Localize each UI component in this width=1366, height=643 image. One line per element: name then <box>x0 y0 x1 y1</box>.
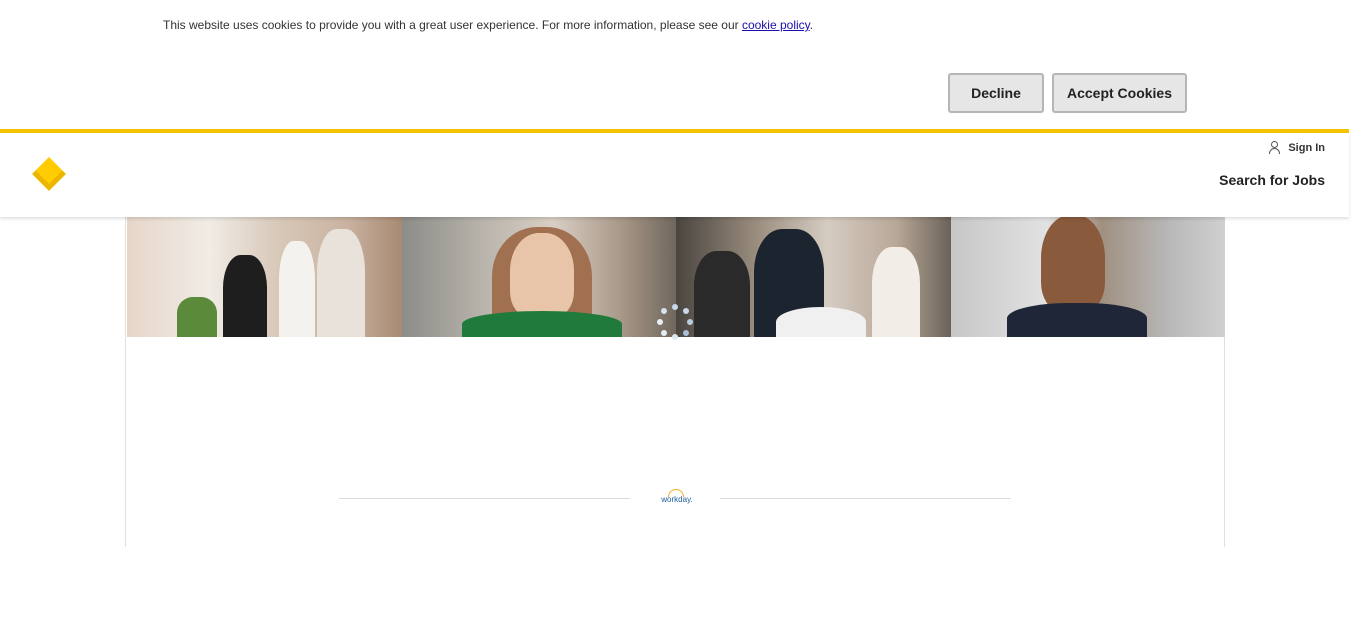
hero-photo-meeting-group <box>676 217 951 337</box>
hero-photo-smiling-woman <box>401 217 676 337</box>
hero-photo-smiling-man <box>950 217 1225 337</box>
cookie-policy-link[interactable]: cookie policy <box>742 18 810 32</box>
decline-button[interactable]: Decline <box>948 73 1044 113</box>
search-for-jobs-link[interactable]: Search for Jobs <box>1219 172 1325 188</box>
footer-divider-left <box>339 498 630 499</box>
person-icon <box>1269 141 1281 154</box>
footer-divider-right <box>720 498 1011 499</box>
sign-in-label: Sign In <box>1288 141 1325 154</box>
site-header: Sign In Search for Jobs <box>0 133 1349 217</box>
accept-cookies-button[interactable]: Accept Cookies <box>1052 73 1187 113</box>
loading-spinner-icon <box>657 304 693 340</box>
main-content: workday. <box>125 217 1225 547</box>
cookie-banner: This website uses cookies to provide you… <box>0 0 1349 129</box>
commbank-logo-icon[interactable] <box>32 157 66 191</box>
sign-in-link[interactable]: Sign In <box>1269 141 1325 154</box>
hero-photo-office-team <box>127 217 402 337</box>
cookie-message-text: This website uses cookies to provide you… <box>163 18 742 32</box>
workday-logo-text: workday. <box>661 495 693 504</box>
cookie-message: This website uses cookies to provide you… <box>163 18 813 32</box>
cookie-message-end: . <box>809 18 814 32</box>
workday-logo-icon: workday. <box>657 489 697 507</box>
